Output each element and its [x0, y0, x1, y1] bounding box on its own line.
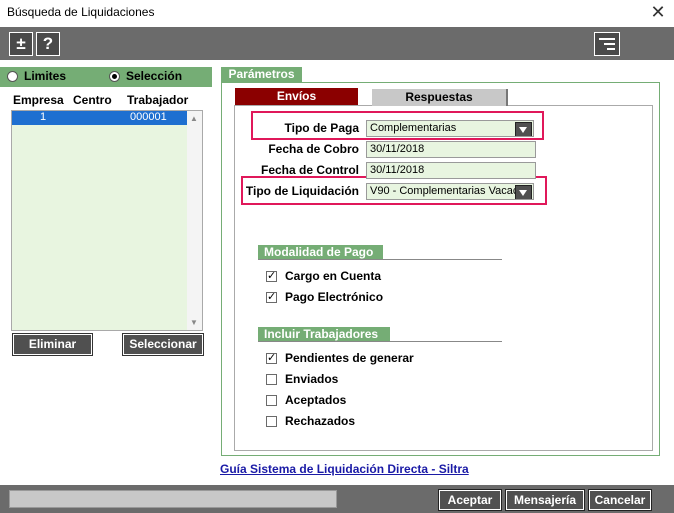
fecha-cobro-field[interactable]: 30/11/2018: [366, 141, 536, 158]
window-title: Búsqueda de Liquidaciones: [7, 5, 155, 19]
help-button[interactable]: ?: [36, 32, 60, 56]
toolbar: [0, 27, 674, 60]
pago-electronico-label: Pago Electrónico: [285, 290, 384, 304]
pago-electronico-checkbox[interactable]: ✓: [266, 292, 277, 303]
tipo-liquidacion-value: V90 - Complementarias Vacacio: [370, 185, 527, 197]
eliminar-button[interactable]: Eliminar: [12, 333, 93, 356]
radio-seleccion[interactable]: [109, 71, 120, 82]
aceptados-label: Aceptados: [285, 393, 347, 407]
progress-bar: [9, 490, 337, 508]
enviados-label: Enviados: [285, 372, 339, 386]
pendientes-checkbox[interactable]: ✓: [266, 353, 277, 364]
cargo-cuenta-checkbox[interactable]: ✓: [266, 271, 277, 282]
modalidad-pago-header: Modalidad de Pago: [258, 245, 383, 260]
tipo-liquidacion-label: Tipo de Liquidación: [245, 184, 359, 198]
fecha-control-label: Fecha de Control: [260, 163, 359, 177]
fecha-control-field[interactable]: 30/11/2018: [366, 162, 536, 179]
radio-limites-label[interactable]: Limites: [24, 69, 66, 83]
expand-collapse-button[interactable]: ±: [9, 32, 33, 56]
tipo-paga-select[interactable]: Complementarias: [366, 120, 534, 137]
radio-seleccion-label[interactable]: Selección: [126, 69, 182, 83]
column-header-trabajador: Trabajador: [127, 93, 189, 107]
divider: [258, 341, 502, 342]
list-item-trabajador: 000001: [130, 111, 167, 123]
column-header-centro: Centro: [73, 93, 112, 107]
divider: [258, 259, 502, 260]
chevron-down-icon[interactable]: [515, 122, 532, 136]
mensajeria-button[interactable]: Mensajería: [505, 489, 585, 511]
aceptados-checkbox[interactable]: [266, 395, 277, 406]
list-item[interactable]: 1 000001: [12, 111, 187, 125]
worker-list[interactable]: [11, 110, 203, 331]
chevron-down-icon[interactable]: [515, 185, 532, 199]
incluir-trabajadores-header: Incluir Trabajadores: [258, 327, 390, 342]
tab-parametros[interactable]: Parámetros: [221, 67, 302, 83]
tipo-paga-label: Tipo de Paga: [284, 121, 359, 135]
aceptar-button[interactable]: Aceptar: [438, 489, 502, 511]
tab-envios[interactable]: Envíos: [235, 88, 358, 105]
list-scrollbar[interactable]: ▲ ▼: [187, 111, 202, 330]
cargo-cuenta-label: Cargo en Cuenta: [285, 269, 382, 283]
radio-limites[interactable]: [7, 71, 18, 82]
column-header-empresa: Empresa: [13, 93, 64, 107]
seleccionar-button[interactable]: Seleccionar: [122, 333, 204, 356]
fecha-cobro-label: Fecha de Cobro: [268, 142, 359, 156]
tipo-liquidacion-select[interactable]: V90 - Complementarias Vacacio: [366, 183, 534, 200]
rechazados-label: Rechazados: [285, 414, 356, 428]
close-icon[interactable]: ✕: [646, 1, 670, 25]
cancelar-button[interactable]: Cancelar: [588, 489, 652, 511]
rechazados-checkbox[interactable]: [266, 416, 277, 427]
menu-icon[interactable]: [594, 32, 620, 56]
tipo-paga-value: Complementarias: [370, 122, 457, 134]
tab-respuestas[interactable]: Respuestas: [372, 89, 508, 106]
selection-mode-bar: Limites Selección: [0, 67, 212, 87]
pendientes-label: Pendientes de generar: [285, 351, 414, 365]
siltra-guide-link[interactable]: Guía Sistema de Liquidación Directa - Si…: [220, 462, 469, 476]
list-item-empresa: 1: [40, 111, 47, 123]
enviados-checkbox[interactable]: [266, 374, 277, 385]
scroll-down-icon[interactable]: ▼: [190, 318, 198, 327]
scroll-up-icon[interactable]: ▲: [190, 114, 198, 123]
